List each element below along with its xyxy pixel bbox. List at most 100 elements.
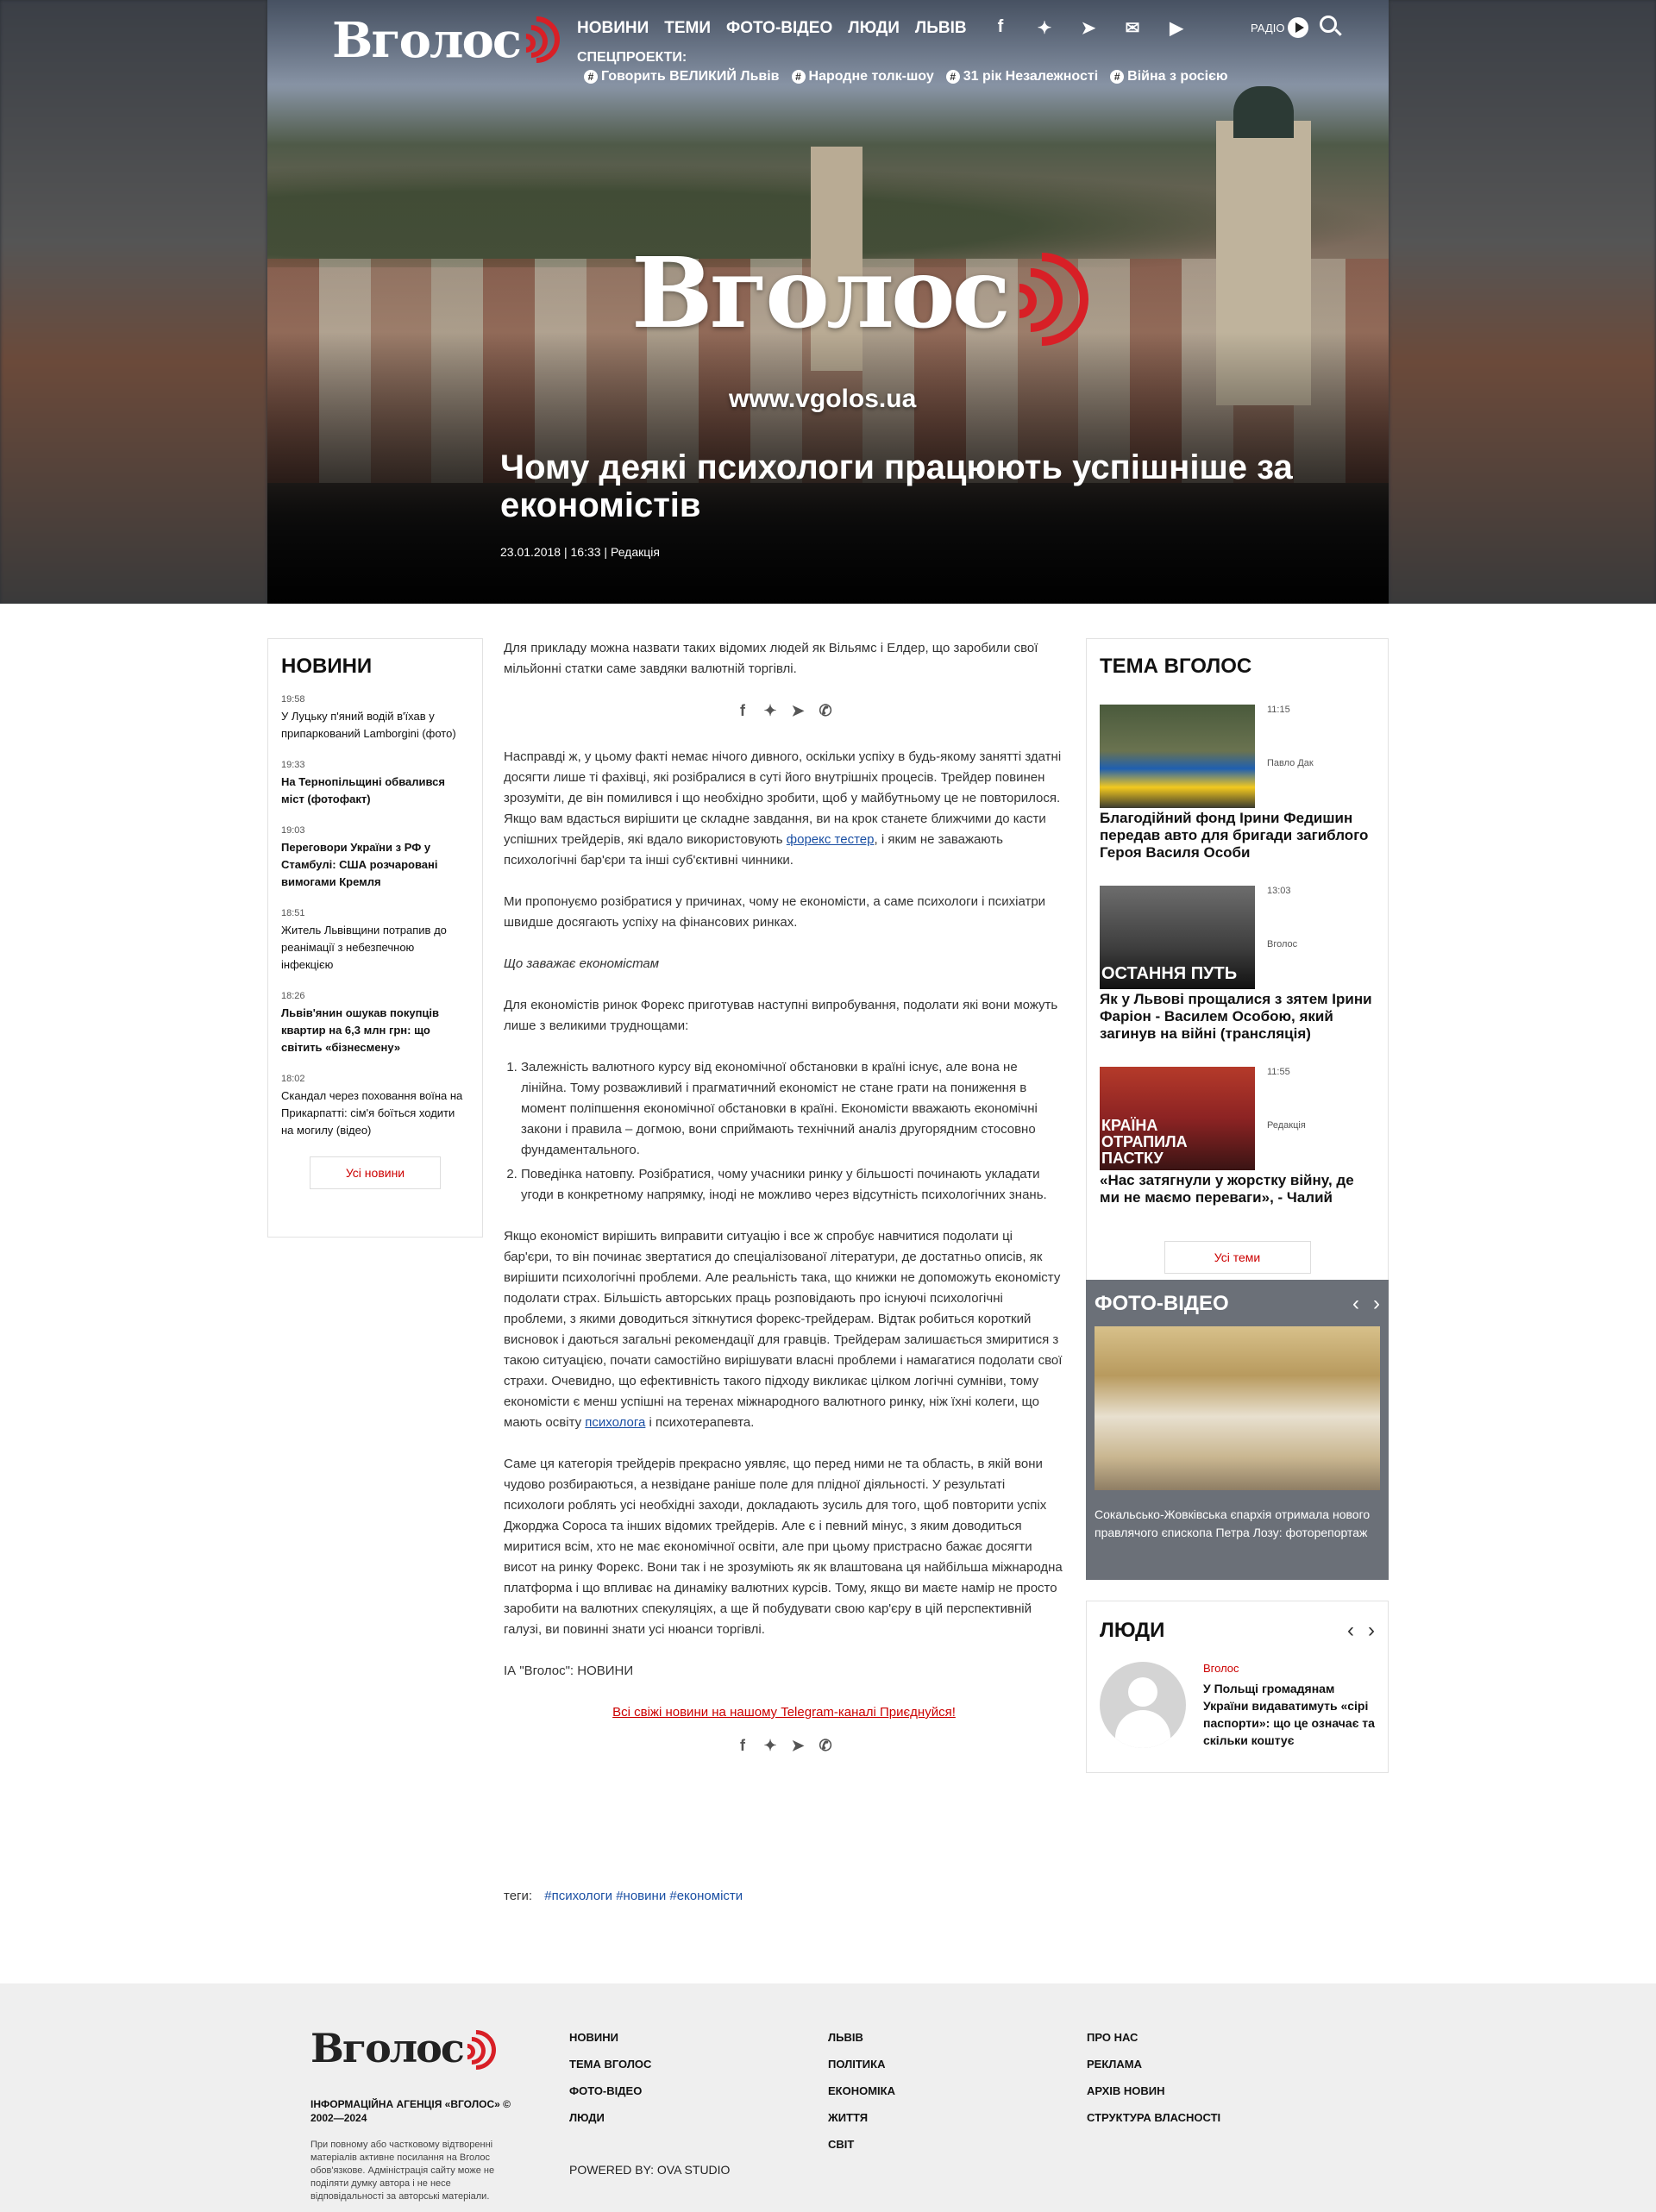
tema-widget-title: Тема Вголос bbox=[1100, 655, 1252, 678]
viber-icon[interactable]: ✆ bbox=[816, 700, 835, 721]
tag-link[interactable]: #психологи bbox=[544, 1889, 612, 1903]
footer-link[interactable]: Реклама bbox=[1087, 2058, 1220, 2071]
special-project-link[interactable]: # Народне толк-шоу bbox=[791, 69, 934, 85]
photo-video-caption[interactable]: Сокальсько-Жовківська єпархія отримала н… bbox=[1095, 1506, 1380, 1542]
footer-link[interactable]: Новини bbox=[569, 2031, 651, 2044]
telegram-channel-link[interactable]: Всі свіжі новини на нашому Telegram-кана… bbox=[504, 1702, 1064, 1723]
footer-logo[interactable]: Вголос bbox=[310, 2021, 505, 2078]
footer-link[interactable]: Життя bbox=[828, 2111, 895, 2124]
news-time: 19:33 bbox=[281, 760, 305, 770]
nav-people[interactable]: Люди bbox=[848, 19, 900, 38]
powered-by[interactable]: POWERED BY: OVA STUDIO bbox=[569, 2163, 730, 2177]
people-widget: Люди ‹ › Вголос У Польщі громадянам Укра… bbox=[1086, 1601, 1389, 1773]
tema-item[interactable]: КРАЇНА ОТРАПИЛА ПАСТКУ 11:55 Редакція «На… bbox=[1100, 1067, 1375, 1222]
list-item: Поведінка натовпу. Розібратися, чому уча… bbox=[521, 1164, 1064, 1206]
viber-icon[interactable]: ✆ bbox=[816, 1735, 835, 1756]
tema-image-caption: ОСТАННЯ ПУТЬ bbox=[1101, 964, 1238, 983]
chevron-left-icon[interactable]: ‹ bbox=[1347, 1619, 1354, 1643]
hash-icon: # bbox=[1110, 70, 1125, 84]
people-item[interactable]: Вголос У Польщі громадянам України видав… bbox=[1100, 1662, 1375, 1749]
article-subheading: Що заважає економістам bbox=[504, 956, 660, 971]
hero-url: www.vgolos.ua bbox=[729, 385, 917, 413]
news-item[interactable]: 18:51 Житель Львівщини потрапив до реанім… bbox=[281, 908, 469, 974]
photo-video-image[interactable] bbox=[1095, 1326, 1380, 1490]
article-paragraph: Якщо економіст вирішить виправити ситуац… bbox=[504, 1229, 1063, 1430]
special-project-link[interactable]: #31 рік Незалежності bbox=[945, 69, 1098, 85]
special-project-link[interactable]: # Війна з росією bbox=[1110, 69, 1228, 85]
tema-author: Вголос bbox=[1267, 939, 1298, 949]
news-widget: Новини 19:58 У Луцьку п'яний водій в'їхав… bbox=[267, 638, 483, 1238]
hero-brand-logo: Вголос bbox=[631, 233, 1108, 366]
article-paragraph: Саме ця категорія трейдерів прекрасно уя… bbox=[504, 1457, 1063, 1637]
tag-link[interactable]: #економісти bbox=[669, 1889, 743, 1903]
telegram-icon[interactable]: ➤ bbox=[1077, 17, 1100, 39]
chevron-left-icon[interactable]: ‹ bbox=[1352, 1292, 1359, 1316]
play-icon bbox=[1288, 17, 1309, 38]
nav-news[interactable]: Новини bbox=[577, 19, 649, 38]
mail-icon[interactable]: ✉ bbox=[1121, 17, 1144, 39]
telegram-icon[interactable]: ➤ bbox=[788, 700, 807, 721]
news-item[interactable]: 19:33 На Тернопільщині обвалився міст (фо… bbox=[281, 760, 469, 808]
tema-image bbox=[1100, 705, 1255, 808]
psychologist-link[interactable]: психолога bbox=[585, 1415, 645, 1430]
radio-label: Радіо bbox=[1251, 21, 1285, 34]
hero-backdrop-left bbox=[0, 0, 267, 604]
tema-time: 11:55 bbox=[1267, 1067, 1290, 1077]
footer-col-3: Про нас Реклама Архів новин Структура вл… bbox=[1087, 2031, 1220, 2124]
special-project-link[interactable]: # Говорить ВЕЛИКИЙ Львів bbox=[584, 69, 780, 85]
news-text: Житель Львівщини потрапив до реанімації … bbox=[281, 924, 447, 971]
news-item[interactable]: 19:58 У Луцьку п'яний водій в'їхав у прип… bbox=[281, 694, 469, 743]
footer-link[interactable]: Світ bbox=[828, 2138, 895, 2151]
nav-lviv[interactable]: Львів bbox=[915, 19, 967, 38]
footer-link[interactable]: Політика bbox=[828, 2058, 895, 2071]
hash-icon: # bbox=[791, 70, 806, 84]
all-topics-button[interactable]: Усі теми bbox=[1164, 1241, 1311, 1274]
main-nav: Новини Теми Фото-відео Люди Львів bbox=[577, 19, 967, 38]
news-item[interactable]: 18:26 Львів'янин ошукав покупців квартир … bbox=[281, 991, 469, 1056]
article-author[interactable]: Редакція bbox=[611, 545, 660, 559]
tema-item[interactable]: 11:15 Павло Дак Благодійний фонд Ірини Фе… bbox=[1100, 705, 1375, 861]
twitter-icon[interactable]: ✦ bbox=[1033, 17, 1056, 39]
tema-title: «Нас затягнули у жорстку війну, де ми не… bbox=[1100, 1172, 1354, 1206]
special-projects-list: # Говорить ВЕЛИКИЙ Львів # Народне толк-шо… bbox=[584, 69, 1228, 85]
tema-image: ОСТАННЯ ПУТЬ bbox=[1100, 886, 1255, 989]
footer: Вголос Інформаційна агенція «Вголос» © 2… bbox=[0, 1983, 1656, 2212]
radio-button[interactable]: Радіо bbox=[1251, 17, 1309, 38]
tema-author: Редакція bbox=[1267, 1120, 1306, 1131]
footer-link[interactable]: Львів bbox=[828, 2031, 895, 2044]
site-logo[interactable]: Вголос bbox=[332, 7, 570, 73]
chevron-right-icon[interactable]: › bbox=[1368, 1619, 1375, 1643]
social-links: f ✦ ➤ ✉ ▶ bbox=[989, 17, 1188, 39]
hero: Вголос Новини Теми Фото-відео Люди Львів… bbox=[0, 0, 1656, 604]
facebook-icon[interactable]: f bbox=[733, 700, 752, 721]
forex-tester-link[interactable]: форекс тестер bbox=[787, 832, 875, 847]
tema-item[interactable]: ОСТАННЯ ПУТЬ 13:03 Вголос Як у Львові про… bbox=[1100, 886, 1375, 1042]
footer-link[interactable]: Фото-відео bbox=[569, 2084, 651, 2097]
footer-link[interactable]: Люди bbox=[569, 2111, 651, 2124]
tag-link[interactable]: #новини bbox=[616, 1889, 666, 1903]
nav-photo-video[interactable]: Фото-відео bbox=[726, 19, 832, 38]
footer-link[interactable]: Тема Вголос bbox=[569, 2058, 651, 2071]
telegram-icon[interactable]: ➤ bbox=[788, 1735, 807, 1756]
news-item[interactable]: 18:02 Скандал через поховання воїна на Пр… bbox=[281, 1074, 469, 1139]
footer-link[interactable]: Архів новин bbox=[1087, 2084, 1220, 2097]
facebook-icon[interactable]: f bbox=[733, 1735, 752, 1756]
search-icon[interactable] bbox=[1320, 16, 1337, 33]
twitter-icon[interactable]: ✦ bbox=[761, 700, 780, 721]
share-bar-bottom: f ✦ ➤ ✆ bbox=[504, 1735, 1064, 1756]
news-item[interactable]: 19:03 Переговори України з РФ у Стамбулі:… bbox=[281, 825, 469, 891]
all-news-button[interactable]: Усі новини bbox=[310, 1156, 441, 1189]
footer-link[interactable]: Структура власності bbox=[1087, 2111, 1220, 2124]
news-time: 19:58 bbox=[281, 694, 305, 705]
facebook-icon[interactable]: f bbox=[989, 17, 1012, 39]
twitter-icon[interactable]: ✦ bbox=[761, 1735, 780, 1756]
footer-link[interactable]: Про нас bbox=[1087, 2031, 1220, 2044]
footer-link[interactable]: Економіка bbox=[828, 2084, 895, 2097]
article-meta: 23.01.2018 | 16:33 | Редакція bbox=[500, 545, 660, 559]
main-content: Новини 19:58 У Луцьку п'яний водій в'їхав… bbox=[0, 604, 1656, 1983]
nav-topics[interactable]: Теми bbox=[664, 19, 711, 38]
hero-backdrop-right bbox=[1389, 0, 1656, 604]
youtube-icon[interactable]: ▶ bbox=[1165, 17, 1188, 39]
photo-video-widget: Фото-відео ‹ › Сокальсько-Жовківська єпа… bbox=[1086, 1280, 1389, 1580]
chevron-right-icon[interactable]: › bbox=[1373, 1292, 1380, 1316]
